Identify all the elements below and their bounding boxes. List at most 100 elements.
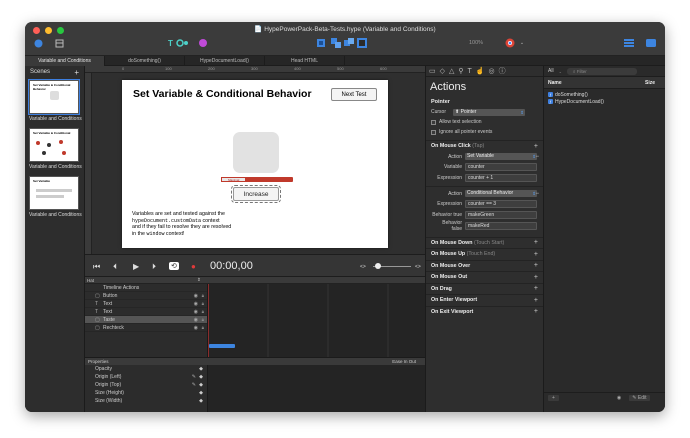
eye-icon[interactable]: ◉ <box>194 309 198 315</box>
on-mouse-down-section[interactable]: On Mouse Down (Touch Start) + <box>426 236 543 249</box>
stage-canvas[interactable]: Set Variable & Conditional Behavior Next… <box>122 80 388 248</box>
variable-field[interactable]: counter <box>465 163 537 171</box>
add-action-icon[interactable]: + <box>534 262 538 269</box>
preview-browser-icon[interactable] <box>503 38 517 48</box>
timeline-row[interactable]: Timeline Actions <box>85 284 207 292</box>
documentation-icon[interactable] <box>645 38 657 48</box>
timeline-row[interactable]: ▢ Taste ◉ 🔒︎ <box>85 316 207 324</box>
metrics-inspector-icon[interactable]: △ <box>449 67 454 75</box>
easing-selector[interactable]: Ease In Out <box>392 359 416 364</box>
element-inspector-icon[interactable]: ⚲ <box>458 67 463 75</box>
scene-name[interactable]: Variable and Conditions <box>25 210 84 222</box>
keyframe-icon[interactable]: ◆ <box>199 366 203 372</box>
increase-button[interactable]: Increase <box>231 185 281 203</box>
function-item[interactable]: ƒ doSomething() <box>544 91 665 98</box>
layer-icon[interactable] <box>356 38 368 48</box>
preview-icon[interactable]: ◉ <box>617 395 621 401</box>
keyframe-icon[interactable]: ◆ <box>199 382 203 388</box>
play-icon[interactable]: ▶ <box>133 262 139 271</box>
description-text[interactable]: Variables are set and tested against the… <box>132 211 262 237</box>
column-name[interactable]: Name <box>548 80 562 86</box>
info-inspector-icon[interactable]: ⓘ <box>499 66 506 76</box>
go-to-start-icon[interactable]: ⏮ <box>93 262 100 272</box>
lock-icon[interactable]: 🔒︎ <box>202 309 204 314</box>
remove-action-icon[interactable]: − <box>535 191 539 197</box>
group-icon[interactable] <box>330 38 342 48</box>
actions-inspector-icon[interactable]: ☝ <box>476 67 485 75</box>
action-select[interactable]: Set Variable <box>465 153 537 160</box>
stage-heading[interactable]: Set Variable & Conditional Behavior <box>133 88 312 100</box>
scene-thumbnail[interactable]: Set Variable & Conditional <box>29 128 79 162</box>
next-test-button[interactable]: Next Test <box>331 88 377 101</box>
timeline-options-icon[interactable]: ⇕ <box>197 277 201 283</box>
property-tracks[interactable] <box>207 365 425 412</box>
timeline-row[interactable]: ▢ Rechteck ◉ 🔒︎ <box>85 324 207 332</box>
action-select[interactable]: Conditional Behavior <box>465 190 537 197</box>
inspector-toggle-icon[interactable] <box>623 38 635 48</box>
ignore-pointer-checkbox[interactable] <box>431 129 436 135</box>
add-function-button[interactable]: + <box>548 394 559 401</box>
chevron-down-icon[interactable]: ⌄ <box>559 69 562 74</box>
column-size[interactable]: Size <box>645 80 655 86</box>
add-action-icon[interactable]: + <box>534 285 538 292</box>
timeline-row[interactable]: T Text ◉ 🔒︎ <box>85 308 207 316</box>
function-item[interactable]: ƒ HypeDocumentLoad() <box>544 98 665 105</box>
hype-logo-icon[interactable] <box>33 38 43 48</box>
on-mouse-click-section[interactable]: On Mouse Click (Tap) + <box>426 140 543 152</box>
next-frame-icon[interactable]: ⏵ <box>152 262 156 272</box>
add-action-icon[interactable]: + <box>534 239 538 246</box>
pen-icon[interactable]: ✎ <box>192 382 196 388</box>
add-scene-button[interactable]: + <box>74 68 79 77</box>
on-exit-viewport-section[interactable]: On Exit Viewport + <box>426 305 543 318</box>
time-display[interactable]: 00:00,00 <box>210 260 253 272</box>
typography-inspector-icon[interactable]: T <box>468 68 472 75</box>
property-row[interactable]: Origin (Left) ✎ ◆ <box>85 373 207 381</box>
property-row[interactable]: Size (Height) ◆ <box>85 389 207 397</box>
document-inspector-icon[interactable]: ▭ <box>429 67 436 75</box>
property-row[interactable]: Opacity ◆ <box>85 365 207 373</box>
lock-icon[interactable]: 🔒︎ <box>202 301 204 306</box>
scene-thumbnail[interactable]: Set Variable <box>29 176 79 210</box>
cursor-select[interactable]: ⬆ Pointer <box>453 108 526 116</box>
on-mouse-over-section[interactable]: On Mouse Over + <box>426 259 543 272</box>
rounded-box[interactable] <box>233 132 279 173</box>
zoom-level[interactable]: 100% <box>465 38 487 48</box>
filter-scope-select[interactable]: All <box>548 68 554 74</box>
keyframe-icon[interactable]: ◆ <box>199 390 203 396</box>
add-action-icon[interactable]: + <box>534 143 538 150</box>
tab-hype-document-load[interactable]: HypeDocumentLoad() <box>185 56 265 66</box>
previous-frame-icon[interactable]: ⏴ <box>113 262 117 272</box>
scene-inspector-icon[interactable]: ◇ <box>440 67 445 75</box>
filter-input[interactable]: ⌕ Filter <box>566 67 637 75</box>
eye-icon[interactable]: ◉ <box>194 325 198 331</box>
property-row[interactable]: Size (Width) ◆ <box>85 397 207 405</box>
record-icon[interactable]: ● <box>191 262 196 271</box>
tab-variable-and-conditions[interactable]: Variable and Conditions <box>25 56 105 66</box>
chevron-down-icon[interactable]: ⌄ <box>519 38 525 48</box>
align-icon[interactable] <box>315 38 327 48</box>
remove-action-icon[interactable]: − <box>535 154 539 160</box>
on-mouse-up-section[interactable]: On Mouse Up (Touch End) + <box>426 248 543 260</box>
lock-icon[interactable]: 🔒︎ <box>202 325 204 330</box>
on-enter-viewport-section[interactable]: On Enter Viewport + <box>426 294 543 306</box>
tab-head-html[interactable]: Head HTML <box>265 56 345 66</box>
animation-bar[interactable] <box>209 344 235 348</box>
eye-icon[interactable]: ◉ <box>194 293 198 299</box>
property-row[interactable]: Origin (Top) ✎ ◆ <box>85 381 207 389</box>
zoom-in-icon[interactable]: <> <box>415 264 421 270</box>
keyframe-icon[interactable]: ◆ <box>199 398 203 404</box>
loop-icon[interactable]: ⟲ <box>169 262 179 270</box>
on-drag-section[interactable]: On Drag + <box>426 282 543 295</box>
add-action-icon[interactable]: + <box>534 308 538 315</box>
resources-icon[interactable] <box>53 38 65 48</box>
timeline-tracks[interactable] <box>207 284 425 357</box>
scene-name[interactable]: Variable and Conditions <box>25 114 84 126</box>
keyframe-icon[interactable]: ◆ <box>199 374 203 380</box>
expression-field[interactable]: counter + 1 <box>465 174 537 182</box>
tab-do-something[interactable]: doSomething() <box>105 56 185 66</box>
scene-thumbnail[interactable]: Set Variable & Conditional Behavior <box>28 79 80 115</box>
physics-inspector-icon[interactable]: ◎ <box>489 67 495 75</box>
behavior-false-field[interactable]: makeRed <box>465 222 537 230</box>
eye-icon[interactable]: ◉ <box>194 301 198 307</box>
arrange-icon[interactable] <box>343 38 355 48</box>
